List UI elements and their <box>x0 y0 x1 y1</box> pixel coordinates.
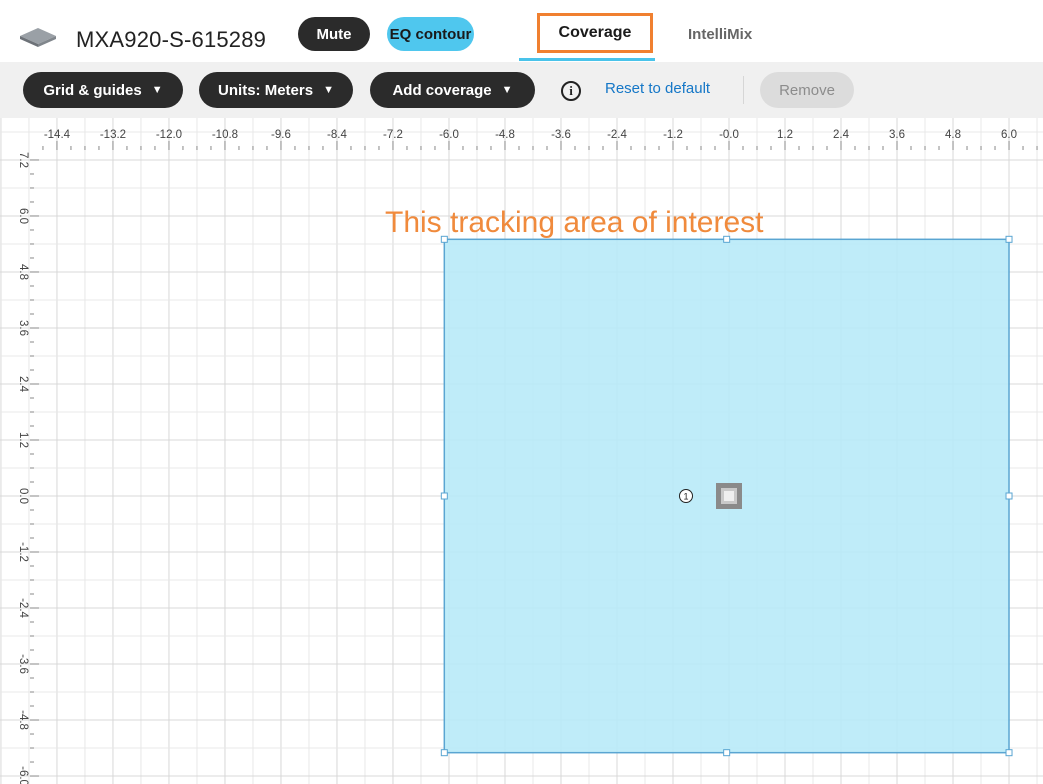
caret-down-icon: ▼ <box>501 84 513 96</box>
units-dropdown[interactable]: Units: Meters ▼ <box>199 72 353 108</box>
resize-handle[interactable] <box>440 749 448 757</box>
x-tick-label: -6.0 <box>439 129 459 141</box>
device-name: MXA920-S-615289 <box>76 27 267 52</box>
x-tick-label: -0.0 <box>719 129 739 141</box>
y-tick-label: 6.0 <box>17 208 29 224</box>
y-tick-label: 2.4 <box>17 376 29 393</box>
x-tick-label: -3.6 <box>551 129 571 141</box>
x-tick-label: -8.4 <box>327 129 347 141</box>
eq-contour-button[interactable]: EQ contour <box>387 17 474 51</box>
reset-to-default-link[interactable]: Reset to default <box>605 80 710 97</box>
y-tick-label: 7.2 <box>17 152 29 168</box>
grid-guides-dropdown[interactable]: Grid & guides ▼ <box>23 72 183 108</box>
toolbar-divider <box>743 76 744 104</box>
header-bar: MXA920-S-615289 Mute EQ contour Coverage… <box>0 0 1043 62</box>
y-tick-label: -4.8 <box>17 710 29 730</box>
coverage-area-group[interactable]: 1 <box>440 235 1013 757</box>
toolbar: Grid & guides ▼ Units: Meters ▼ Add cove… <box>0 62 1043 118</box>
grid-guides-label: Grid & guides <box>43 81 142 99</box>
coverage-number-label: 1 <box>683 492 688 502</box>
add-coverage-dropdown[interactable]: Add coverage ▼ <box>370 72 535 108</box>
x-tick-label: -14.4 <box>44 129 71 141</box>
x-tick-label: 3.6 <box>889 129 905 141</box>
x-tick-label: -2.4 <box>607 129 627 141</box>
tab-intellimix[interactable]: IntelliMix <box>688 26 752 43</box>
add-coverage-label: Add coverage <box>392 81 492 99</box>
y-tick-label: 4.8 <box>17 264 29 280</box>
coverage-canvas[interactable]: -14.4 -13.2 -12.0 -10.8 -9.6 -8.4 -7.2 -6.0 -4.8… <box>0 118 1043 784</box>
active-tab-indicator <box>519 58 655 61</box>
annotation-text: This tracking area of interest <box>385 206 764 239</box>
x-tick-label: -7.2 <box>383 129 403 141</box>
y-tick-label: -1.2 <box>17 542 29 562</box>
resize-handle[interactable] <box>1005 235 1013 243</box>
y-tick-label: -6.0 <box>17 766 29 784</box>
y-tick-label: -3.6 <box>17 654 29 674</box>
x-tick-label: -1.2 <box>663 129 683 141</box>
remove-button[interactable]: Remove <box>760 72 854 108</box>
microphone-icon-center <box>724 491 734 501</box>
mute-button[interactable]: Mute <box>298 17 370 51</box>
caret-down-icon: ▼ <box>323 84 334 96</box>
info-icon[interactable]: i <box>561 81 581 101</box>
resize-handle[interactable] <box>1005 749 1013 757</box>
x-tick-label: -10.8 <box>212 129 238 141</box>
tab-coverage[interactable]: Coverage <box>537 13 653 53</box>
x-tick-label: 1.2 <box>777 129 793 141</box>
x-tick-label: -12.0 <box>156 129 182 141</box>
x-tick-label: -9.6 <box>271 129 291 141</box>
resize-handle[interactable] <box>440 492 448 500</box>
units-label: Units: Meters <box>218 81 314 99</box>
y-tick-label: -2.4 <box>17 598 29 618</box>
x-tick-label: 6.0 <box>1001 129 1017 141</box>
resize-handle[interactable] <box>723 749 731 757</box>
x-tick-label: -13.2 <box>100 129 126 141</box>
x-tick-label: 2.4 <box>833 129 850 141</box>
x-tick-label: -4.8 <box>495 129 515 141</box>
device-icon <box>20 28 56 47</box>
resize-handle[interactable] <box>1005 492 1013 500</box>
y-tick-label: 1.2 <box>17 432 29 448</box>
y-tick-label: 0.0 <box>17 488 29 504</box>
caret-down-icon: ▼ <box>151 84 163 96</box>
x-tick-label: 4.8 <box>945 129 961 141</box>
y-tick-label: 3.6 <box>17 320 29 336</box>
